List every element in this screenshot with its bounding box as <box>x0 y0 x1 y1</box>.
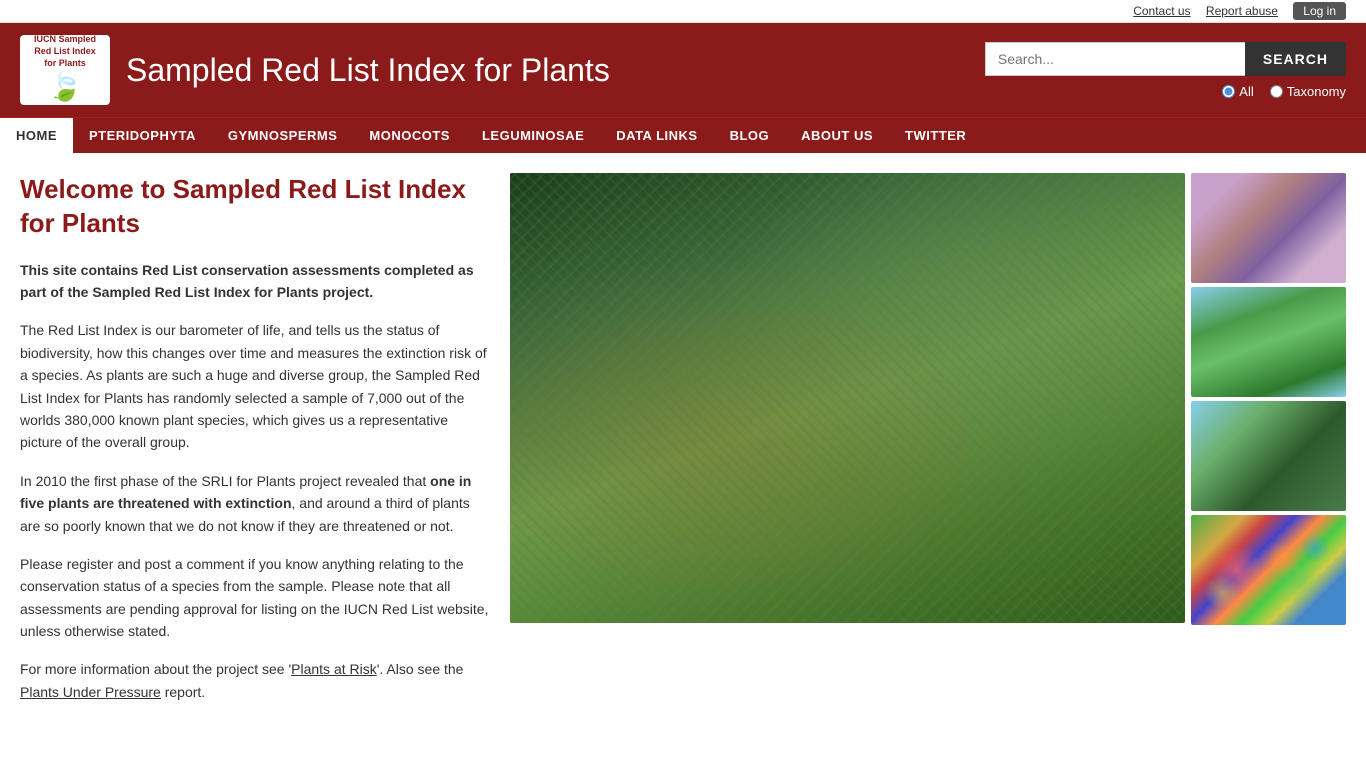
para4-end: report. <box>161 684 205 700</box>
side-image-map <box>1191 515 1346 625</box>
nav-link-gymnosperms[interactable]: GYMNOSPERMS <box>212 118 354 153</box>
main-image-placeholder <box>510 173 1185 623</box>
search-options: All Taxonomy <box>1222 84 1346 99</box>
left-column: Welcome to Sampled Red List Index for Pl… <box>20 173 490 719</box>
nav-link-monocots[interactable]: MONOCOTS <box>353 118 466 153</box>
radio-taxonomy[interactable] <box>1270 85 1283 98</box>
header: IUCN Sampled Red List Index for Plants 🍃… <box>0 23 1366 117</box>
main-plant-image <box>510 173 1185 719</box>
nav-link-blog[interactable]: BLOG <box>714 118 786 153</box>
main-nav: HOMEPTERIDOPHYTAGYMNOSPERMSMONOCOTSLEGUM… <box>0 117 1366 153</box>
side-image-1 <box>1191 173 1346 283</box>
para2-start: In 2010 the first phase of the SRLI for … <box>20 473 430 489</box>
paragraph-4: For more information about the project s… <box>20 658 490 703</box>
paragraph-1: The Red List Index is our barometer of l… <box>20 319 490 453</box>
plants-at-risk-link[interactable]: Plants at Risk <box>291 661 377 677</box>
radio-taxonomy-text: Taxonomy <box>1287 84 1346 99</box>
top-bar: Contact us Report abuse Log in <box>0 0 1366 23</box>
login-button[interactable]: Log in <box>1293 2 1346 20</box>
para4-start: For more information about the project s… <box>20 661 291 677</box>
report-abuse-link[interactable]: Report abuse <box>1206 4 1278 18</box>
paragraph-2: In 2010 the first phase of the SRLI for … <box>20 470 490 537</box>
nav-link-pteridophyta[interactable]: PTERIDOPHYTA <box>73 118 212 153</box>
nav-item-home: HOME <box>0 118 73 153</box>
search-input[interactable] <box>985 42 1245 76</box>
search-button[interactable]: SEARCH <box>1245 42 1346 76</box>
header-right: SEARCH All Taxonomy <box>985 42 1346 99</box>
contact-us-link[interactable]: Contact us <box>1133 4 1190 18</box>
nav-item-gymnosperms: GYMNOSPERMS <box>212 118 354 153</box>
body-text: The Red List Index is our barometer of l… <box>20 319 490 703</box>
logo-leaf-icon: 🍃 <box>34 69 96 105</box>
nav-link-data-links[interactable]: DATA LINKS <box>600 118 713 153</box>
nav-item-blog: BLOG <box>714 118 786 153</box>
page-heading: Welcome to Sampled Red List Index for Pl… <box>20 173 490 241</box>
radio-all-text: All <box>1239 84 1253 99</box>
main-content: Welcome to Sampled Red List Index for Pl… <box>0 153 1366 739</box>
nav-list: HOMEPTERIDOPHYTAGYMNOSPERMSMONOCOTSLEGUM… <box>0 118 1366 153</box>
nav-item-leguminosae: LEGUMINOSAE <box>466 118 600 153</box>
intro-bold-text: This site contains Red List conservation… <box>20 259 490 304</box>
para4-mid: '. Also see the <box>377 661 464 677</box>
radio-all-label[interactable]: All <box>1222 84 1253 99</box>
side-image-3 <box>1191 401 1346 511</box>
logo[interactable]: IUCN Sampled Red List Index for Plants 🍃 <box>20 35 110 105</box>
radio-taxonomy-label[interactable]: Taxonomy <box>1270 84 1346 99</box>
nav-item-twitter: TWITTER <box>889 118 982 153</box>
nav-item-pteridophyta: PTERIDOPHYTA <box>73 118 212 153</box>
nav-item-monocots: MONOCOTS <box>353 118 466 153</box>
side-images <box>1191 173 1346 719</box>
nav-link-home[interactable]: HOME <box>0 118 73 153</box>
nav-link-about-us[interactable]: ABOUT US <box>785 118 889 153</box>
paragraph-3: Please register and post a comment if yo… <box>20 553 490 643</box>
side-image-2 <box>1191 287 1346 397</box>
site-title: Sampled Red List Index for Plants <box>126 52 610 89</box>
nav-item-about-us: ABOUT US <box>785 118 889 153</box>
nav-link-leguminosae[interactable]: LEGUMINOSAE <box>466 118 600 153</box>
search-row: SEARCH <box>985 42 1346 76</box>
radio-all[interactable] <box>1222 85 1235 98</box>
right-column <box>510 173 1346 719</box>
header-left: IUCN Sampled Red List Index for Plants 🍃… <box>20 35 610 105</box>
nav-link-twitter[interactable]: TWITTER <box>889 118 982 153</box>
nav-item-data-links: DATA LINKS <box>600 118 713 153</box>
plants-under-pressure-link[interactable]: Plants Under Pressure <box>20 684 161 700</box>
